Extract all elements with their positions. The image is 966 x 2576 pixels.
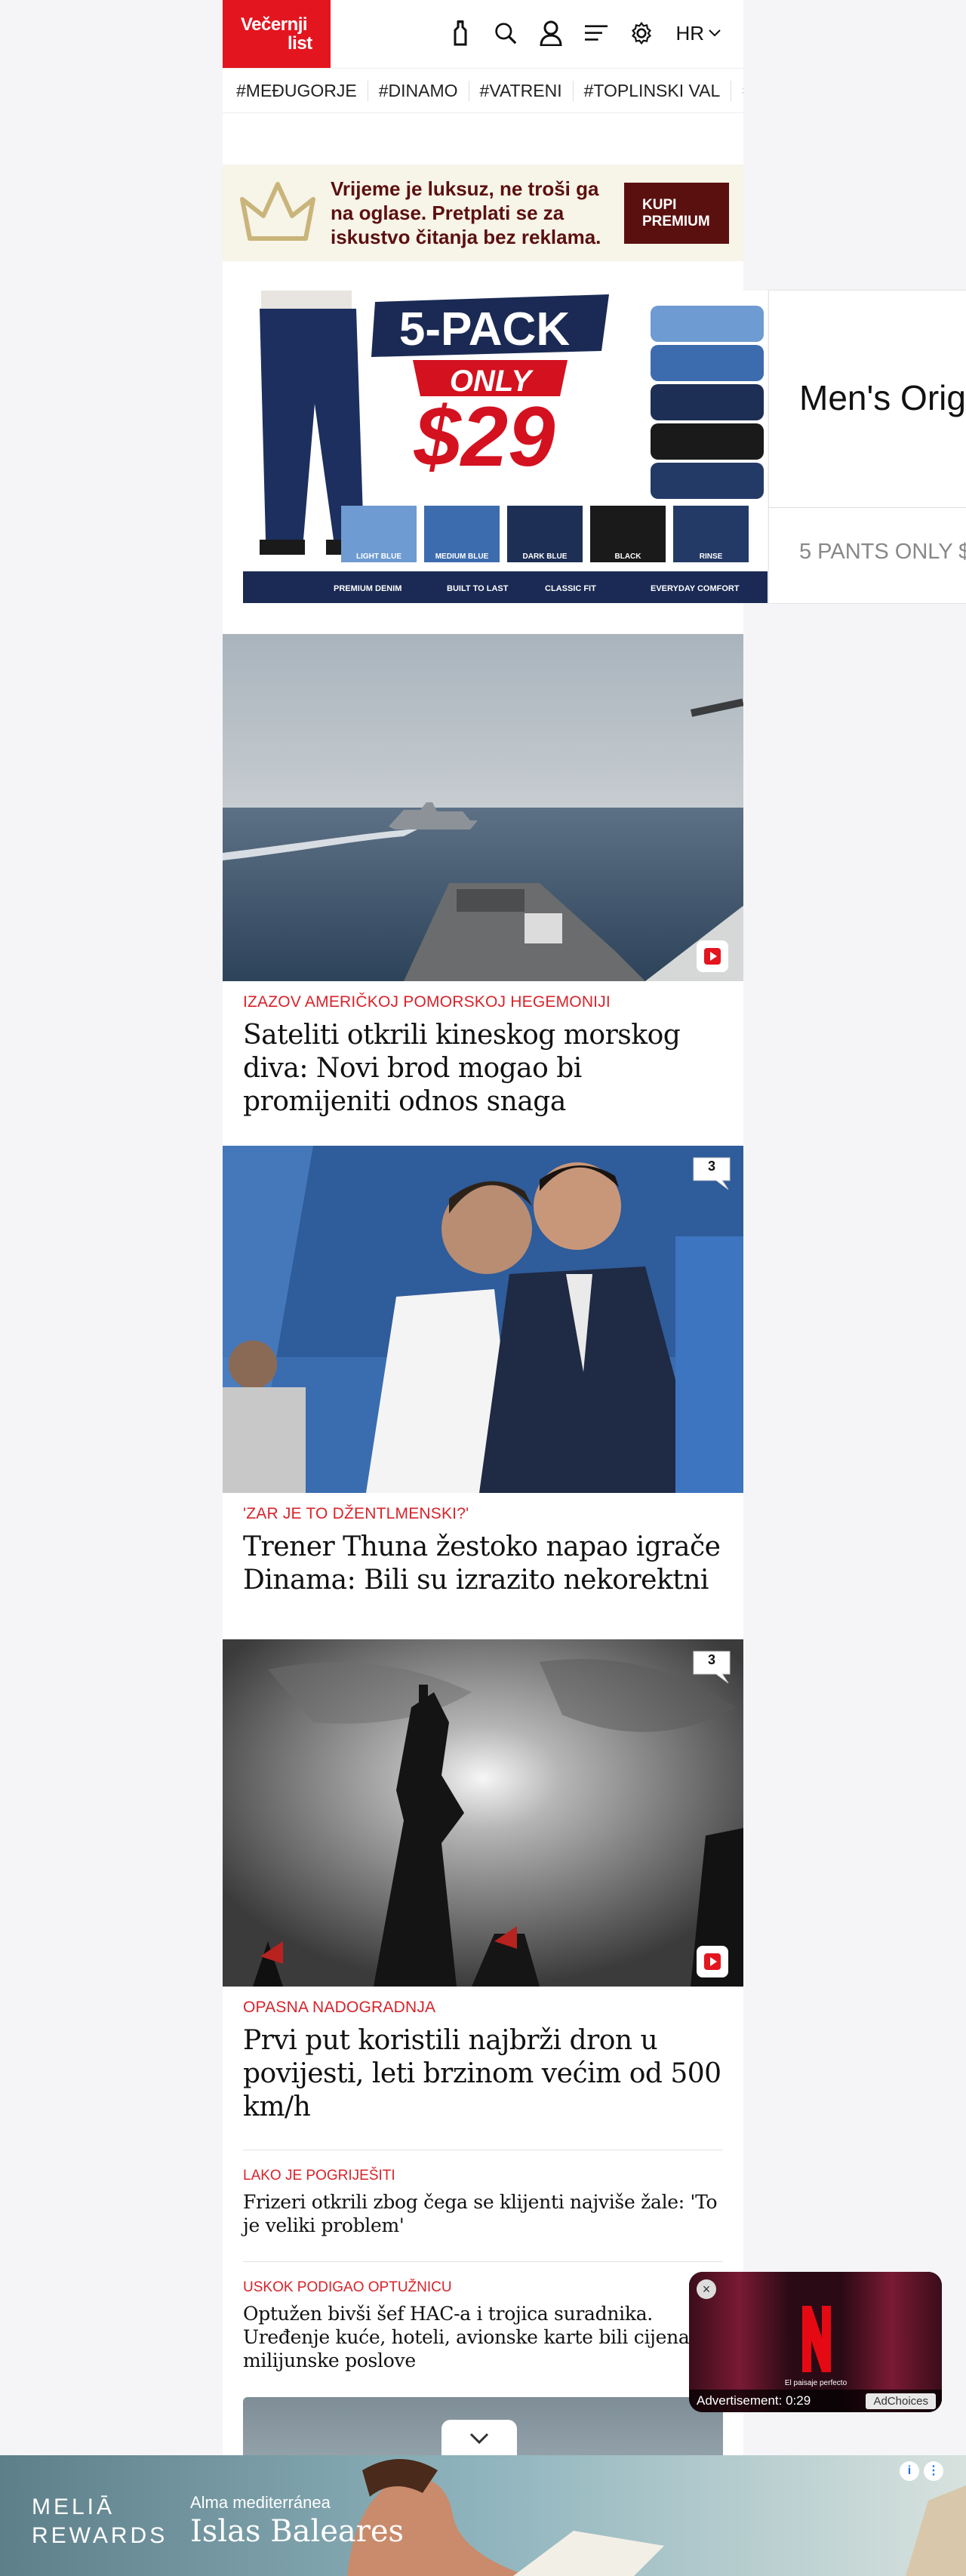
divider	[769, 507, 966, 508]
ad-color-label: RINSE	[700, 552, 723, 561]
chevron-down-icon	[469, 2433, 489, 2445]
ad-feature-label: BUILT TO LAST	[447, 584, 509, 593]
article-3-kicker[interactable]: OPASNA NADOGRADNJA	[243, 1999, 435, 2017]
more-options-icon[interactable]: ⋮	[924, 2461, 943, 2481]
comment-count: 3	[707, 1652, 715, 1667]
buy-premium-line2: PREMIUM	[642, 213, 710, 229]
ad-tagline: Alma mediterránea	[190, 2493, 331, 2512]
language-selector[interactable]: HR	[675, 22, 721, 45]
article-3-title[interactable]: Prvi put koristili najbrži dron u povije…	[243, 2024, 726, 2124]
video-ad-caption: El paisaje perfecto	[785, 2379, 848, 2387]
brand-line1: MELIĀ	[32, 2494, 115, 2519]
article-2-kicker[interactable]: 'ZAR JE TO DŽENTLMENSKI?'	[243, 1505, 469, 1523]
tag-toplinski-val[interactable]: #TOPLINSKI VAL	[584, 80, 732, 101]
ad-info-controls: i ⋮	[900, 2461, 943, 2481]
crown-icon	[240, 182, 315, 241]
ad-feature-label: CLASSIC FIT	[545, 584, 596, 593]
menu-icon[interactable]	[585, 20, 608, 47]
jeans-ad-side-panel[interactable]: Men's Orig 5 PANTS ONLY $	[768, 290, 966, 604]
article-1-title[interactable]: Sateliti otkrili kineskog morskog diva: …	[243, 1019, 726, 1119]
comment-count-badge[interactable]: 3	[692, 1650, 731, 1684]
ad-side-subtitle: 5 PANTS ONLY $	[799, 540, 966, 564]
buy-premium-line1: KUPI	[642, 196, 677, 213]
play-icon[interactable]	[697, 940, 728, 972]
divider	[243, 2261, 723, 2262]
chevron-down-icon	[709, 29, 721, 37]
play-icon[interactable]	[697, 1946, 728, 1977]
bottle-icon[interactable]	[449, 20, 472, 47]
tag-vatreni[interactable]: #VATRENI	[480, 80, 574, 101]
close-icon[interactable]: ×	[697, 2279, 716, 2299]
search-icon[interactable]	[494, 20, 517, 47]
user-icon[interactable]	[540, 20, 562, 47]
article-2-title[interactable]: Trener Thuna žestoko napao igrače Dinama…	[243, 1531, 726, 1597]
ad-color-label: LIGHT BLUE	[356, 552, 401, 561]
ad-side-title: Men's Orig	[799, 378, 966, 417]
ad-price-text: $29	[414, 389, 555, 484]
tag-strip: #MEĐUGORJE #DINAMO #VATRENI #TOPLINSKI V…	[223, 68, 743, 113]
floating-video-ad[interactable]: El paisaje perfecto × Advertisement: 0:2…	[689, 2272, 942, 2412]
ad-color-label: DARK BLUE	[523, 552, 568, 561]
small-article-1-title[interactable]: Frizeri otkrili zbog čega se klijenti na…	[243, 2190, 726, 2237]
brand-line2: REWARDS	[32, 2523, 168, 2548]
ad-color-label: BLACK	[615, 552, 642, 561]
promo-text: Vrijeme je luksuz, ne troši ga na oglase…	[331, 177, 601, 248]
gear-icon[interactable]	[630, 20, 653, 47]
site-logo[interactable]: Večernji list	[223, 0, 331, 68]
article-1-kicker[interactable]: IZAZOV AMERIČKOJ POMORSKOJ HEGEMONIJI	[243, 993, 611, 1011]
tag-dinamo[interactable]: #DINAMO	[379, 80, 469, 101]
comment-count-badge[interactable]: 3	[692, 1156, 731, 1190]
site-header: Večernji list HR	[223, 0, 743, 68]
ad-destination: Islas Baleares	[190, 2514, 405, 2549]
collapse-ad-button[interactable]	[441, 2420, 517, 2458]
header-icons: HR	[449, 17, 721, 50]
small-article-1-kicker[interactable]: LAKO JE POGRIJEŠITI	[243, 2168, 395, 2184]
buy-premium-button[interactable]: KUPI PREMIUM	[624, 183, 729, 244]
article-2-image[interactable]: 3	[223, 1146, 743, 1493]
jeans-ad-banner[interactable]: 5-PACK ONLY $29 LIGHT BLUE MEDIUM BLUE D…	[243, 291, 768, 603]
logo-line2: list	[288, 33, 312, 54]
small-article-2-kicker[interactable]: USKOK PODIGAO OPTUŽNICU	[243, 2279, 452, 2296]
adchoices-link[interactable]: AdChoices	[866, 2393, 936, 2409]
bottom-sticky-ad[interactable]: MELIĀ REWARDS Alma mediterránea Islas Ba…	[0, 2455, 966, 2576]
ad-color-label: MEDIUM BLUE	[435, 552, 489, 561]
logo-line1: Večernji	[241, 14, 308, 35]
article-1-image[interactable]	[223, 634, 743, 981]
ad-feature-label: EVERYDAY COMFORT	[651, 584, 740, 593]
article-3-image[interactable]: 3	[223, 1639, 743, 1987]
melia-rewards-logo: MELIĀ REWARDS	[32, 2493, 168, 2550]
info-icon[interactable]: i	[900, 2461, 919, 2481]
premium-promo: Vrijeme je luksuz, ne troši ga na oglase…	[223, 165, 743, 261]
tag-next[interactable]: #	[742, 81, 743, 101]
language-label: HR	[675, 21, 704, 45]
ad-pack-text: 5-PACK	[399, 303, 570, 355]
ad-feature-label: PREMIUM DENIM	[334, 584, 401, 593]
comment-count: 3	[707, 1159, 715, 1174]
small-article-2-title[interactable]: Optužen bivši šef HAC-a i trojica suradn…	[243, 2302, 726, 2372]
tag-medjugorje[interactable]: #MEĐUGORJE	[236, 80, 368, 101]
